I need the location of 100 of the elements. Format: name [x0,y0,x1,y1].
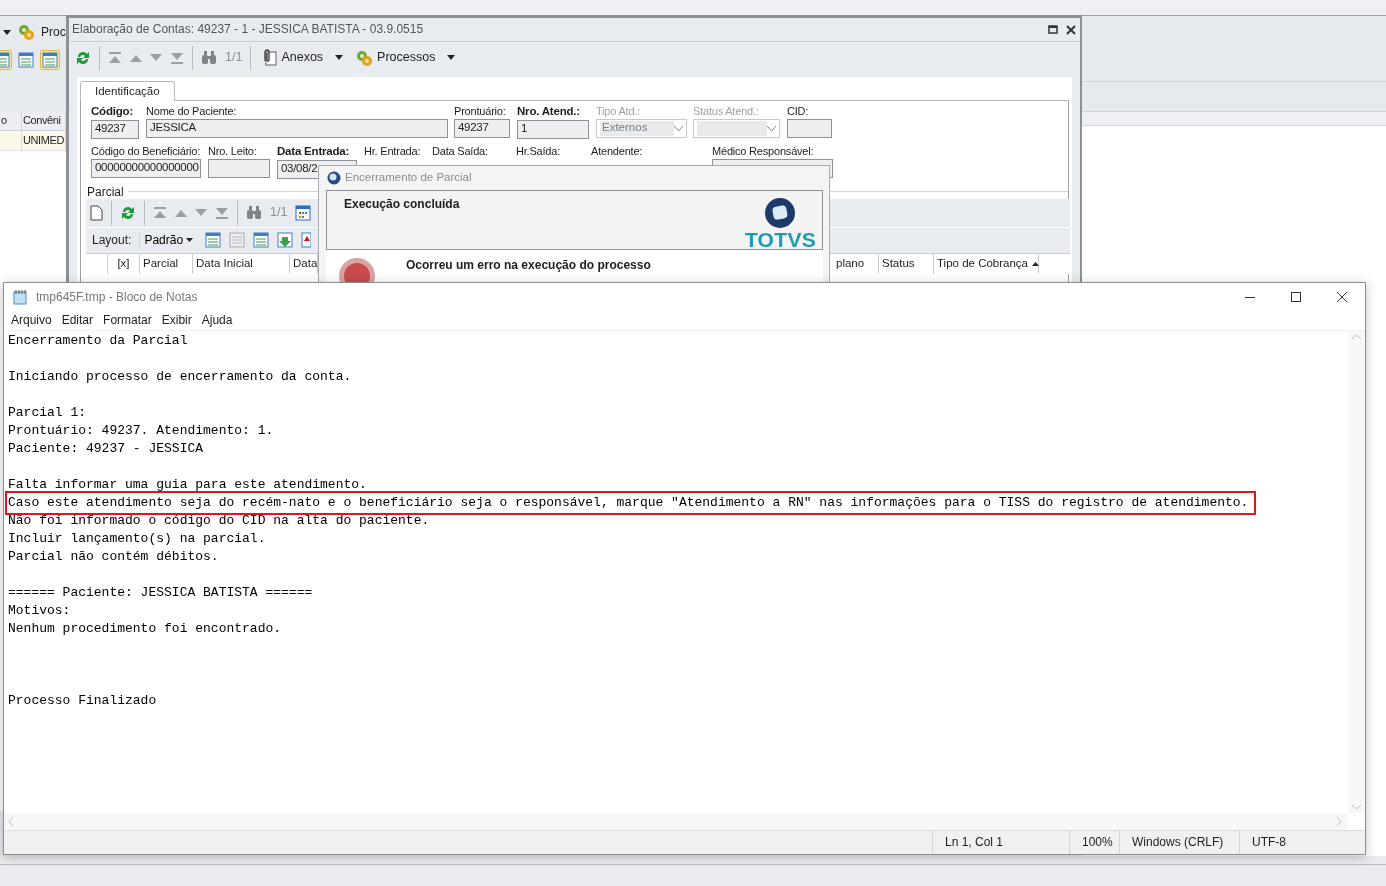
input-field[interactable]: 00000000000000000 [91,159,201,178]
globe-icon [327,171,341,185]
input-field[interactable]: 49237 [454,119,510,139]
down-icon[interactable] [150,53,162,62]
status-text: UTF-8 [1239,831,1349,854]
refresh-icon[interactable] [75,49,91,66]
text-line: Prontuário: 49237. Atendimento: 1. [8,423,274,438]
error-message: Ocorreu um erro na execução do processo [406,258,651,273]
window-title: Elaboração de Contas: 49237 - 1 - JESSICA BATISTA - 03.9.0515 [72,22,424,37]
last-icon[interactable] [215,207,229,219]
first-icon[interactable] [108,51,122,64]
refresh-icon[interactable] [120,205,136,221]
field-label: Hr. Entrada: [364,144,422,158]
paperclip-icon[interactable] [261,49,278,66]
menu-item[interactable]: Formatar [99,313,156,328]
column-header[interactable]: Tipo de Cobrança [934,254,1039,274]
binoculars-icon[interactable] [246,206,262,220]
maximize-icon[interactable] [1291,292,1301,302]
down-icon[interactable] [195,209,207,217]
last-icon[interactable] [170,51,184,64]
text-line: Parcial 1: [8,405,86,420]
field-label: Nome do Paciente: [146,105,238,119]
chevron-icon [767,125,776,132]
input-field[interactable]: 1 [517,119,589,139]
calendar-icon[interactable] [295,205,312,221]
minimize-icon[interactable] [1245,296,1255,298]
sort-icon[interactable] [1032,262,1039,266]
grid-view-icon[interactable] [253,232,270,249]
input-field[interactable]: 49237 [91,119,139,139]
caret-icon[interactable] [3,29,11,35]
status-text: Ln 1, Col 1 [932,831,1069,854]
field-label: Hr.Saída: [516,144,562,158]
menu-button[interactable]: Processos [353,48,458,67]
text-line: Parcial não contém débitos. [8,549,219,564]
binoculars-icon[interactable] [201,51,217,64]
column-header[interactable]: plano [833,254,879,274]
input-field[interactable] [787,119,832,139]
layout-label: Layout: [92,233,132,248]
scroll-left-icon[interactable] [8,817,13,826]
text-line: Paciente: 49237 - JESSICA [8,441,204,456]
column-header[interactable]: o [0,111,22,130]
field-label: Atendente: [591,144,644,158]
menu-item[interactable]: Arquivo [7,313,56,328]
new-document-icon[interactable] [90,205,103,221]
restore-icon[interactable] [1048,25,1058,34]
grid-view-icon[interactable] [18,52,34,68]
field-label: Tipo Atd.: [596,105,642,119]
save-layout-icon[interactable] [205,232,222,249]
text-line: Não foi informado o código do CID na alta do paciente. [8,513,430,528]
menu-button[interactable]: Anexos [259,49,346,66]
scroll-up-icon[interactable] [1352,334,1361,339]
close-icon[interactable] [1337,292,1347,302]
tab[interactable]: Identificação [80,81,175,101]
first-icon[interactable] [153,207,167,219]
dialog-heading: Execução concluída [344,197,460,213]
column-header[interactable]: [x] [108,254,140,274]
window-title: tmp645F.tmp - Bloco de Notas [36,289,198,305]
text-line: Processo Finalizado [8,693,157,708]
field-label: Data Entrada: [277,144,351,159]
import-icon[interactable] [277,232,294,249]
field-label: Nro. Leito: [208,144,258,158]
chevron-icon [674,125,683,132]
text-line: Iniciando processo de encerramento da conta. [8,369,352,384]
layout-dropdown[interactable]: Padrão [139,233,198,248]
column-header[interactable]: Status [879,254,934,274]
menu-item[interactable]: Ajuda [197,313,237,328]
field-label: Data Saída: [432,144,489,158]
group-label: Parcial [87,184,124,199]
column-header[interactable]: Data Inicial [193,254,290,274]
field-label: Código do Beneficiário: [91,144,202,158]
scroll-right-icon[interactable] [1337,817,1342,826]
page-counter: 1/1 [270,205,288,221]
column-header[interactable]: Parcial [140,254,193,274]
grid-view-icon[interactable] [42,52,58,68]
export-icon[interactable] [301,232,312,249]
logo-text: TOTVS [744,229,816,250]
input-field[interactable] [208,159,270,178]
text-line: Caso este atendimento seja do recém-nato e o beneficiário seja o responsável, marque "Atendimento a RN" nas informações para o TISS do registro de atendimento. [8,495,1249,510]
close-icon[interactable] [1066,24,1076,35]
gear-icon[interactable] [355,48,374,67]
text-line: Falta informar uma guia para este atendimento. [8,477,367,492]
field-label: CID: [787,105,810,119]
input-field[interactable]: JESSICA [146,119,448,139]
field-label: Prontuário: [454,105,507,119]
text-line: Nenhum procedimento foi encontrado. [8,621,282,636]
menu-item[interactable]: Editar [57,313,98,328]
text-line: ====== Paciente: JESSICA BATISTA ====== [8,585,313,600]
caret-icon [186,238,194,243]
menu-item[interactable]: Exibir [157,313,196,328]
caret-icon[interactable] [335,55,344,60]
toolbar-label[interactable]: Proc [41,24,66,40]
gear-icon[interactable] [17,23,35,41]
scroll-down-icon[interactable] [1352,805,1361,810]
up-icon[interactable] [175,209,187,217]
up-icon[interactable] [130,53,142,62]
dropdown[interactable] [693,119,780,139]
caret-icon[interactable] [447,55,456,60]
status-text: 100% [1069,831,1119,854]
page-counter: 1/1 [225,50,243,65]
field-label: Nro. Atend.: [517,105,581,119]
